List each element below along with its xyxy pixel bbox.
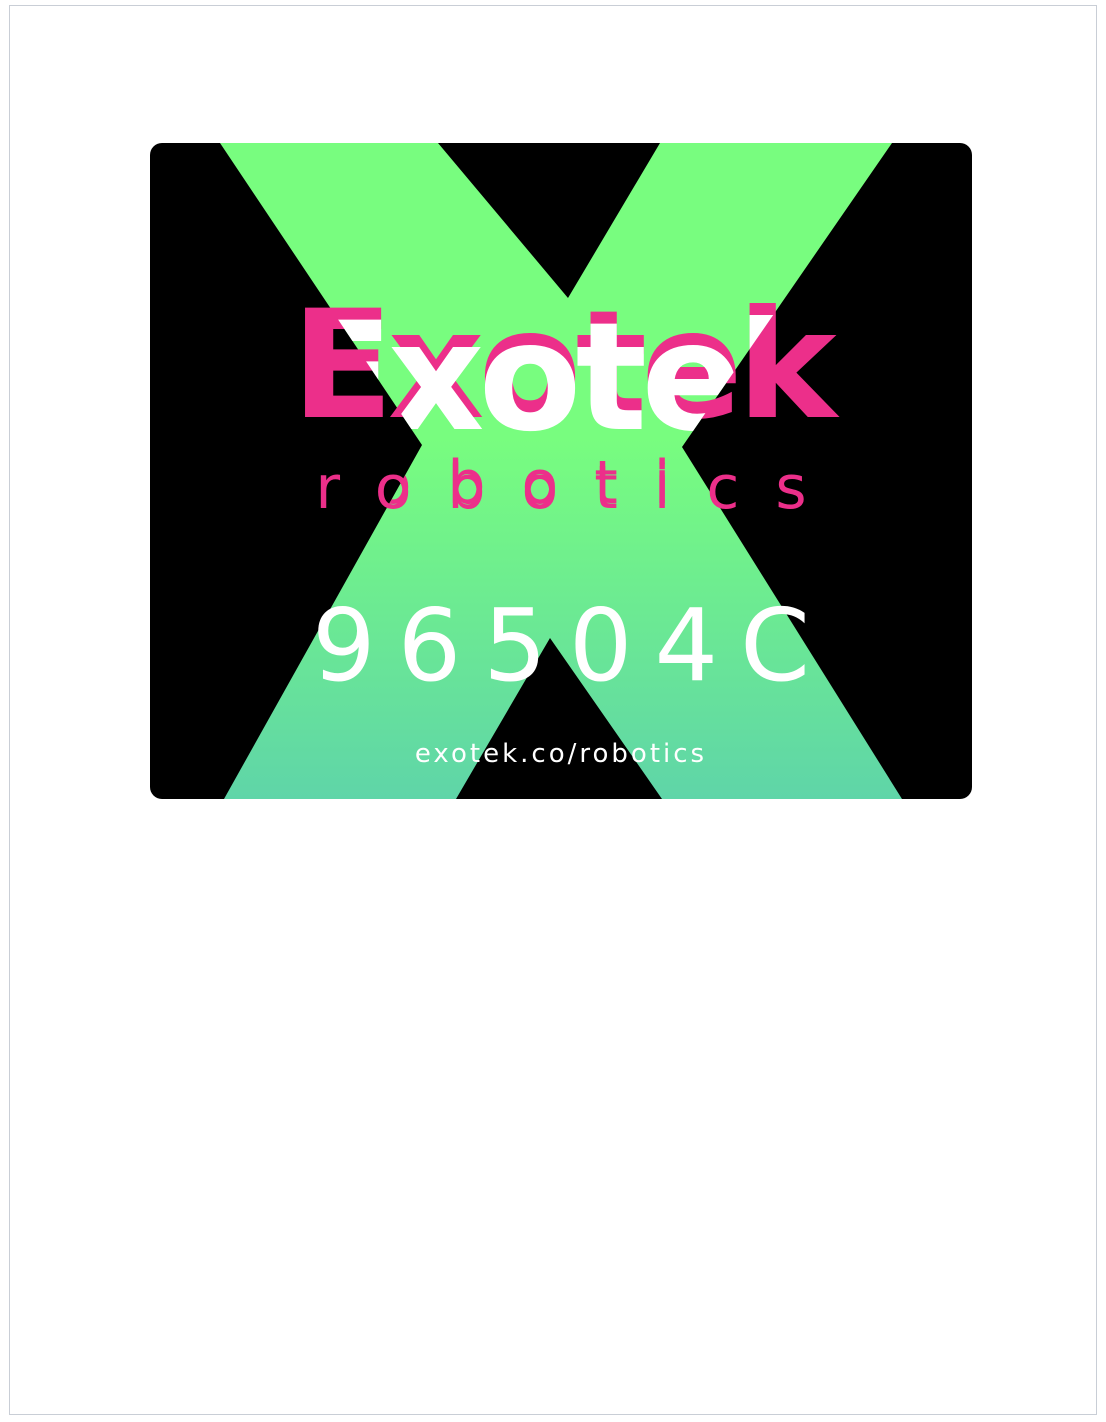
brand-tagline: robotics xyxy=(315,453,843,523)
product-code: 96504C xyxy=(312,587,832,704)
document-page: Exotek robotics Exotek robotics 96504C e… xyxy=(9,5,1097,1415)
website-url: exotek.co/robotics xyxy=(414,739,708,769)
exotek-robotics-card: Exotek robotics Exotek robotics 96504C e… xyxy=(150,143,972,799)
brand-name: Exotek xyxy=(291,279,836,453)
